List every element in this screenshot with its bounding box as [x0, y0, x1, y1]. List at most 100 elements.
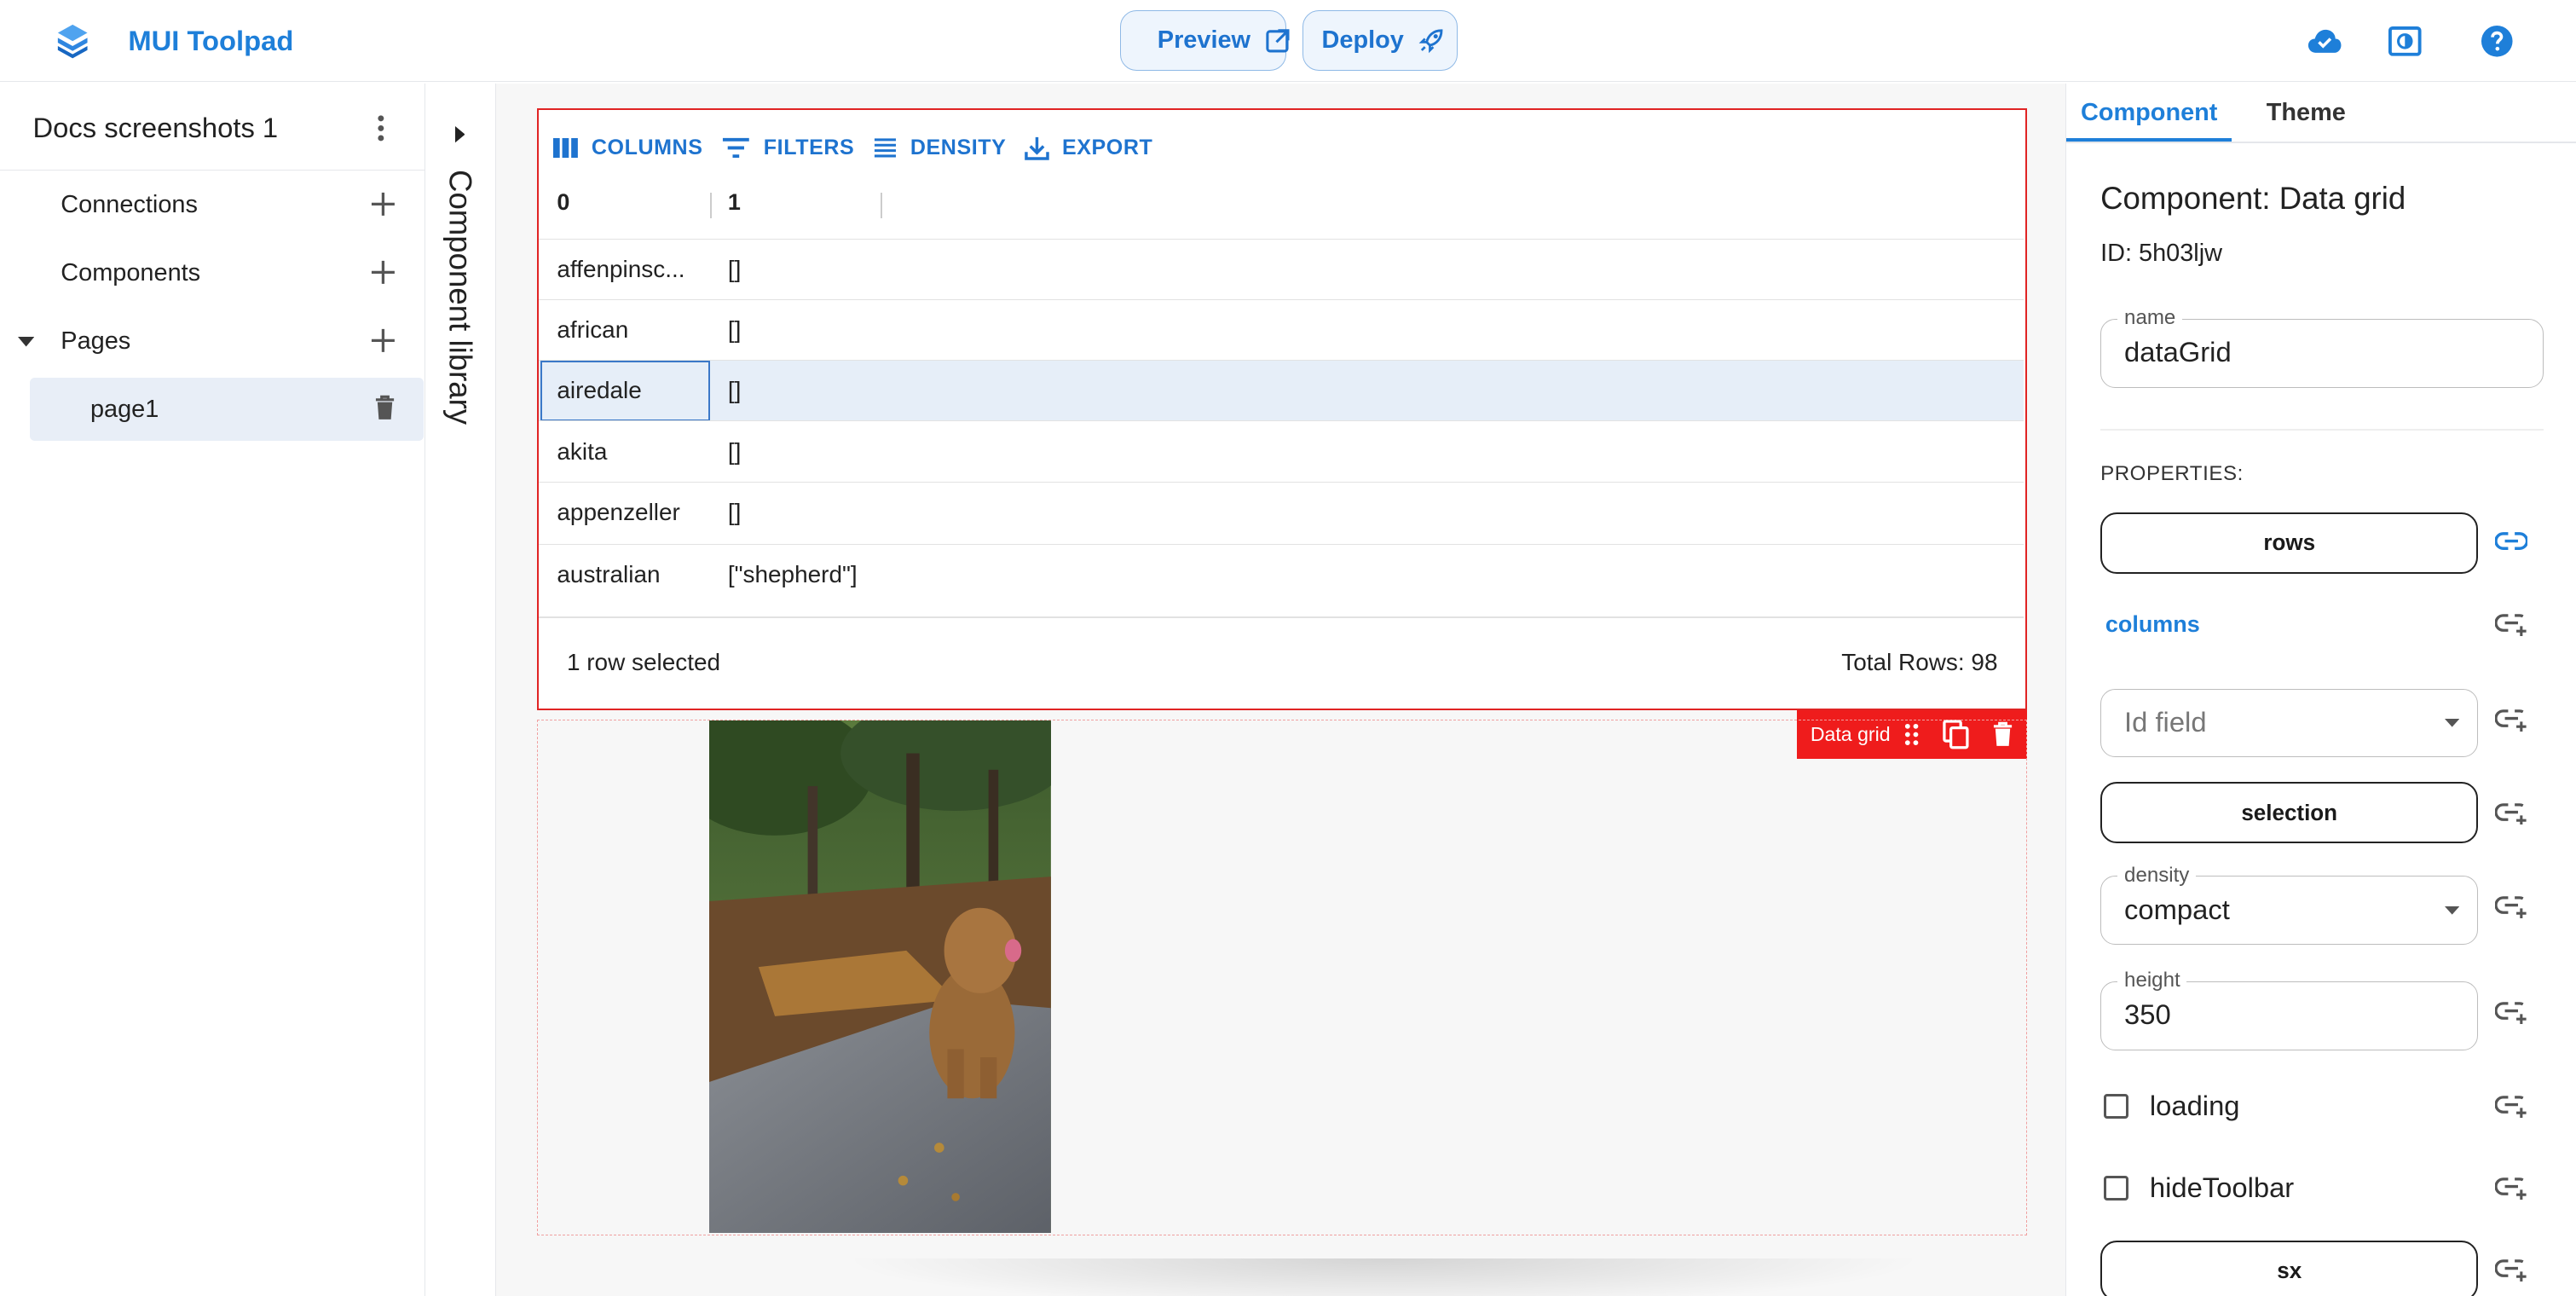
- id-field-select[interactable]: Id field: [2100, 688, 2479, 758]
- add-link-icon[interactable]: [2494, 1001, 2528, 1027]
- columns-button[interactable]: COLUMNS: [552, 136, 703, 160]
- view-column-icon: [552, 137, 579, 159]
- add-connection-icon[interactable]: [370, 191, 396, 217]
- column-separator[interactable]: [881, 192, 882, 219]
- hidetoolbar-checkbox-row[interactable]: hideToolbar: [2103, 1168, 2295, 1207]
- id-field-placeholder: Id field: [2124, 705, 2207, 738]
- project-sidebar: Docs screenshots 1 Connections Component…: [0, 84, 426, 1296]
- caret-down-icon[interactable]: [18, 337, 35, 347]
- cell: affenpinsc...: [557, 255, 685, 282]
- table-row[interactable]: african []: [539, 298, 2024, 360]
- density-select[interactable]: density compact: [2100, 863, 2479, 946]
- inspector-panel: Component Theme Component: Data grid ID:…: [2065, 84, 2576, 1296]
- table-row-selected[interactable]: airedale []: [539, 360, 2024, 422]
- column-separator[interactable]: [709, 192, 712, 219]
- add-page-icon[interactable]: [370, 327, 396, 354]
- name-field-label: name: [2117, 306, 2182, 331]
- preview-button[interactable]: Preview: [1120, 9, 1290, 71]
- help-icon[interactable]: [2469, 13, 2526, 69]
- selected-count: 1 row selected: [566, 649, 721, 676]
- table-row[interactable]: affenpinsc... []: [539, 238, 2024, 299]
- cloud-done-icon[interactable]: [2296, 13, 2353, 69]
- sidebar-item-connections[interactable]: Connections: [0, 177, 425, 234]
- total-rows: Total Rows: 98: [1841, 649, 1998, 676]
- name-field-value: dataGrid: [2124, 336, 2232, 368]
- cell: []: [727, 255, 742, 282]
- page-canvas: COLUMNS FILTERS DENSITY EXPORT 0 1 affen…: [496, 84, 2065, 1296]
- link-icon[interactable]: [2494, 531, 2528, 558]
- cell: []: [727, 499, 742, 526]
- sidebar-item-pages[interactable]: Pages: [0, 314, 425, 370]
- add-link-icon[interactable]: [2494, 895, 2528, 922]
- table-row[interactable]: appenzeller []: [539, 481, 2024, 542]
- filter-list-icon: [721, 136, 751, 159]
- add-component-icon[interactable]: [370, 259, 396, 286]
- add-link-icon[interactable]: [2494, 1095, 2528, 1121]
- divider: [0, 169, 426, 171]
- rows-binding-button[interactable]: rows: [2100, 512, 2479, 574]
- sidebar-item-components[interactable]: Components: [0, 246, 425, 303]
- density-button[interactable]: DENSITY: [873, 136, 1007, 160]
- component-library-panel[interactable]: Component library: [425, 84, 497, 1296]
- expand-arrow-icon[interactable]: [454, 126, 465, 143]
- grid-footer-divider: [539, 616, 2024, 618]
- arrow-drop-down-icon: [2444, 905, 2460, 915]
- component-library-label: Component library: [442, 169, 478, 425]
- selection-binding-button[interactable]: selection: [2100, 782, 2479, 843]
- app-header: MUI Toolpad Preview Deploy: [0, 0, 2576, 83]
- column-header-0[interactable]: 0: [557, 189, 569, 216]
- hidetoolbar-label: hideToolbar: [2149, 1172, 2295, 1204]
- component-id: ID: 5h03ljw: [2100, 240, 2222, 268]
- sidebar-item-label: Pages: [61, 327, 131, 355]
- cell: african: [557, 316, 629, 344]
- app-title[interactable]: MUI Toolpad: [128, 25, 293, 57]
- height-field[interactable]: height 350: [2100, 969, 2479, 1050]
- page-label: page1: [90, 396, 159, 424]
- properties-heading: PROPERTIES:: [2100, 461, 2244, 485]
- filters-button[interactable]: FILTERS: [721, 136, 855, 160]
- density-value: compact: [2124, 893, 2230, 925]
- image-component[interactable]: [537, 720, 2028, 1236]
- canvas-bottom-shadow: [840, 1258, 1926, 1296]
- download-icon: [1024, 136, 1049, 160]
- hidetoolbar-checkbox[interactable]: [2103, 1175, 2128, 1201]
- grid-toolbar: COLUMNS FILTERS DENSITY EXPORT: [552, 126, 1171, 169]
- dog-photo[interactable]: [708, 720, 1051, 1234]
- delete-icon[interactable]: [374, 395, 396, 421]
- density-label: density: [2117, 863, 2197, 888]
- columns-link[interactable]: columns: [2105, 611, 2200, 638]
- cell: airedale: [557, 377, 642, 404]
- cell: ["shepherd"]: [727, 561, 858, 588]
- add-link-icon[interactable]: [2494, 1258, 2528, 1285]
- sidebar-item-page1[interactable]: page1: [29, 378, 425, 441]
- data-grid[interactable]: COLUMNS FILTERS DENSITY EXPORT 0 1 affen…: [537, 108, 2028, 710]
- table-row[interactable]: australian ["shepherd"]: [539, 543, 2024, 605]
- cell: appenzeller: [557, 499, 680, 526]
- add-link-icon[interactable]: [2494, 802, 2528, 829]
- toolpad-logo-icon: [55, 23, 90, 59]
- component-title: Component: Data grid: [2100, 180, 2406, 216]
- sx-binding-button[interactable]: sx: [2100, 1241, 2479, 1296]
- add-link-icon[interactable]: [2494, 709, 2528, 735]
- height-label: height: [2117, 969, 2187, 993]
- tab-theme[interactable]: Theme: [2267, 99, 2346, 127]
- theme-mode-icon[interactable]: [2377, 13, 2434, 69]
- loading-checkbox[interactable]: [2103, 1093, 2128, 1119]
- add-link-icon[interactable]: [2494, 1177, 2528, 1203]
- table-row[interactable]: akita []: [539, 420, 2024, 481]
- export-button[interactable]: EXPORT: [1024, 136, 1153, 160]
- column-header-1[interactable]: 1: [728, 189, 741, 216]
- deploy-button[interactable]: Deploy: [1302, 9, 1458, 71]
- divider: [2100, 429, 2544, 431]
- add-link-icon[interactable]: [2494, 613, 2528, 639]
- sidebar-item-label: Connections: [61, 190, 198, 218]
- project-name: Docs screenshots 1: [32, 112, 279, 144]
- more-vert-icon[interactable]: [365, 110, 398, 146]
- loading-checkbox-row[interactable]: loading: [2103, 1086, 2240, 1125]
- tab-component[interactable]: Component: [2081, 99, 2217, 127]
- cell: akita: [557, 437, 608, 465]
- name-field[interactable]: name dataGrid: [2100, 306, 2544, 388]
- cell: australian: [557, 561, 661, 588]
- open-in-new-icon: [1265, 27, 1291, 54]
- preview-label: Preview: [1157, 26, 1251, 54]
